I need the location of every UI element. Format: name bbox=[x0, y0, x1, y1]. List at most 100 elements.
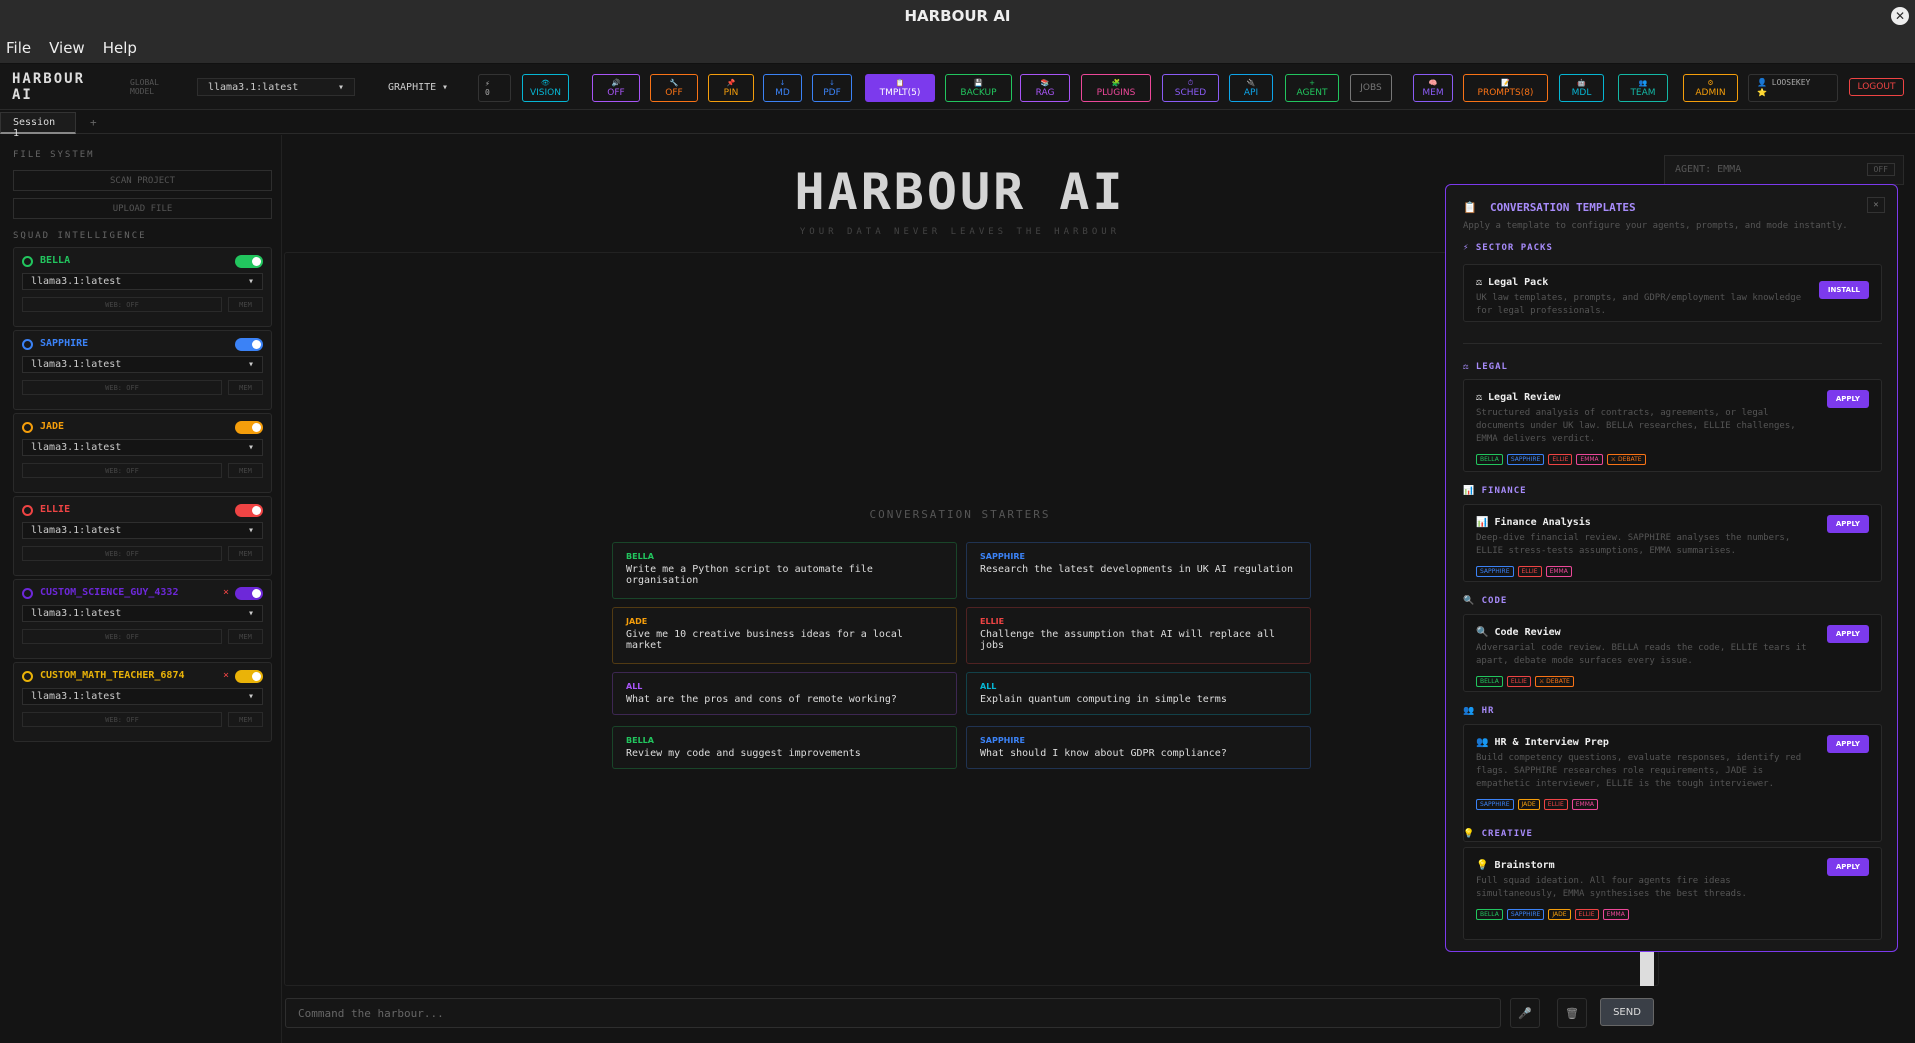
agent-name[interactable]: JADE bbox=[40, 421, 64, 432]
menu-help[interactable]: Help bbox=[103, 39, 137, 57]
toolbar-button-plugins[interactable]: 🧩 PLUGINS bbox=[1081, 74, 1151, 102]
logout-button[interactable]: LOGOUT bbox=[1849, 78, 1904, 96]
toolbar-button-jobs[interactable]: JOBS bbox=[1350, 74, 1392, 102]
starter-card[interactable]: SAPPHIRE What should I know about GDPR co… bbox=[966, 726, 1311, 769]
toolbar-button-pdf[interactable]: ↓ PDF bbox=[812, 74, 852, 102]
memory-toggle[interactable]: MEM bbox=[228, 463, 263, 478]
toolbar-button-team[interactable]: 👥 TEAM bbox=[1618, 74, 1668, 102]
mic-icon[interactable]: 🎤 bbox=[1510, 998, 1540, 1028]
starter-card[interactable]: SAPPHIRE Research the latest developments… bbox=[966, 542, 1311, 599]
apply-button[interactable]: APPLY bbox=[1826, 735, 1869, 753]
delete-agent-icon[interactable]: × bbox=[223, 587, 229, 598]
close-icon[interactable]: ✕ bbox=[1891, 7, 1909, 25]
send-button[interactable]: SEND bbox=[1600, 998, 1654, 1026]
toolbar-button-label: RAG bbox=[1035, 88, 1055, 98]
scroll-button[interactable] bbox=[1640, 952, 1654, 986]
web-toggle[interactable]: WEB: OFF bbox=[22, 629, 222, 644]
toolbar-button-backup[interactable]: 💾 BACKUP bbox=[945, 74, 1012, 102]
global-model-select[interactable]: llama3.1:latest ▾ bbox=[197, 78, 355, 96]
install-button[interactable]: INSTALL bbox=[1818, 281, 1869, 299]
command-input[interactable]: Command the harbour... bbox=[285, 998, 1501, 1028]
toolbar-button-label: PDF bbox=[823, 88, 841, 98]
toolbar-button-admin[interactable]: ⚙ ADMIN bbox=[1683, 74, 1738, 102]
template-section-heading: 👥 HR bbox=[1463, 706, 1495, 716]
apply-button[interactable]: APPLY bbox=[1826, 515, 1869, 533]
toolbar-button-vision[interactable]: 👁 VISION bbox=[522, 74, 569, 102]
toolbar-button-pin[interactable]: 📌 PIN bbox=[708, 74, 754, 102]
agent-toggle[interactable] bbox=[235, 504, 263, 517]
toolbar-button-off[interactable]: 🔊 OFF bbox=[592, 74, 640, 102]
agent-toggle[interactable] bbox=[235, 670, 263, 683]
toolbar-button-tmplt5[interactable]: 📋 TMPLT(5) bbox=[865, 74, 935, 102]
memory-toggle[interactable]: MEM bbox=[228, 546, 263, 561]
theme-select[interactable]: GRAPHITE ▾ bbox=[378, 78, 458, 96]
apply-button[interactable]: APPLY bbox=[1826, 858, 1869, 876]
template-title: 💡 Brainstorm bbox=[1476, 860, 1555, 871]
tab-session-1[interactable]: Session 1 bbox=[0, 112, 76, 139]
toolbar-button-md[interactable]: ↓ MD bbox=[763, 74, 802, 102]
agent-name[interactable]: SAPPHIRE bbox=[40, 338, 88, 349]
memory-toggle[interactable]: MEM bbox=[228, 629, 263, 644]
starter-card[interactable]: JADE Give me 10 creative business ideas f… bbox=[612, 607, 957, 664]
web-toggle[interactable]: WEB: OFF bbox=[22, 380, 222, 395]
web-toggle[interactable]: WEB: OFF bbox=[22, 463, 222, 478]
toolbar-button-label: API bbox=[1243, 88, 1259, 98]
agent-model-select[interactable]: llama3.1:latest ▾ bbox=[22, 688, 263, 705]
menu-file[interactable]: File bbox=[6, 39, 31, 57]
agent-toggle[interactable] bbox=[235, 338, 263, 351]
menu-view[interactable]: View bbox=[49, 39, 85, 57]
agent-model-select[interactable]: llama3.1:latest ▾ bbox=[22, 522, 263, 539]
toolbar-button-mem[interactable]: 🧠 MEM bbox=[1413, 74, 1453, 102]
starter-card[interactable]: ALL Explain quantum computing in simple t… bbox=[966, 672, 1311, 715]
agent-toggle[interactable] bbox=[235, 255, 263, 268]
toolbar-button-sched[interactable]: ⏱ SCHED bbox=[1162, 74, 1219, 102]
user-badge[interactable]: 👤 LOOSEKEY ⭐ bbox=[1748, 74, 1838, 102]
theme-value: GRAPHITE bbox=[388, 81, 437, 93]
session-tabs: Session 1 + bbox=[0, 112, 1915, 139]
trash-icon[interactable]: 🗑 bbox=[1557, 998, 1587, 1028]
toolbar-button-rag[interactable]: 📚 RAG bbox=[1020, 74, 1070, 102]
template-section-heading: 📊 FINANCE bbox=[1463, 486, 1527, 496]
starter-card[interactable]: BELLA Review my code and suggest improvem… bbox=[612, 726, 957, 769]
web-toggle[interactable]: WEB: OFF bbox=[22, 297, 222, 312]
starter-card[interactable]: ALL What are the pros and cons of remote … bbox=[612, 672, 957, 715]
agent-name[interactable]: CUSTOM_MATH_TEACHER_6874 bbox=[40, 670, 185, 681]
agent-name[interactable]: CUSTOM_SCIENCE_GUY_4332 bbox=[40, 587, 178, 598]
agent-name[interactable]: BELLA bbox=[40, 255, 70, 266]
web-toggle[interactable]: WEB: OFF bbox=[22, 546, 222, 561]
delete-agent-icon[interactable]: × bbox=[223, 670, 229, 681]
close-icon[interactable]: ✕ bbox=[1867, 197, 1885, 213]
add-tab-button[interactable]: + bbox=[90, 116, 97, 129]
toolbar-button-label: ADMIN bbox=[1695, 88, 1726, 98]
toolbar-button-prompts8[interactable]: 📝 PROMPTS(8) bbox=[1463, 74, 1548, 102]
toolbar-button-api[interactable]: 🔌 API bbox=[1229, 74, 1273, 102]
agent-model-select[interactable]: llama3.1:latest ▾ bbox=[22, 273, 263, 290]
apply-button[interactable]: APPLY bbox=[1826, 390, 1869, 408]
agent-model-select[interactable]: llama3.1:latest ▾ bbox=[22, 356, 263, 373]
memory-toggle[interactable]: MEM bbox=[228, 297, 263, 312]
toolbar-button-agent[interactable]: + AGENT bbox=[1285, 74, 1339, 102]
web-toggle[interactable]: WEB: OFF bbox=[22, 712, 222, 727]
toolbar-icon: ⚙ bbox=[1707, 79, 1714, 87]
file-system-heading: FILE SYSTEM bbox=[13, 150, 95, 160]
window-title: HARBOUR AI bbox=[904, 7, 1011, 25]
agent-toggle[interactable] bbox=[235, 421, 263, 434]
agent-model-select[interactable]: llama3.1:latest ▾ bbox=[22, 439, 263, 456]
apply-button[interactable]: APPLY bbox=[1826, 625, 1869, 643]
emma-toggle[interactable]: OFF bbox=[1866, 163, 1895, 176]
agent-status-icon bbox=[22, 256, 33, 267]
toolbar-button-off[interactable]: 🔧 OFF bbox=[650, 74, 698, 102]
toolbar-button-label: MDL bbox=[1571, 88, 1592, 98]
starter-card[interactable]: BELLA Write me a Python script to automat… bbox=[612, 542, 957, 599]
toolbar-button-mdl[interactable]: 🤖 MDL bbox=[1559, 74, 1604, 102]
agent-tag: ELLIE bbox=[1506, 676, 1531, 687]
memory-toggle[interactable]: MEM bbox=[228, 712, 263, 727]
scan-project-button[interactable]: SCAN PROJECT bbox=[13, 170, 272, 191]
starter-card[interactable]: ELLIE Challenge the assumption that AI wi… bbox=[966, 607, 1311, 664]
agent-model-select[interactable]: llama3.1:latest ▾ bbox=[22, 605, 263, 622]
memory-toggle[interactable]: MEM bbox=[228, 380, 263, 395]
upload-file-button[interactable]: UPLOAD FILE bbox=[13, 198, 272, 219]
agent-toggle[interactable] bbox=[235, 587, 263, 600]
agent-name[interactable]: ELLIE bbox=[40, 504, 70, 515]
toolbar-icon: + bbox=[1309, 79, 1315, 87]
